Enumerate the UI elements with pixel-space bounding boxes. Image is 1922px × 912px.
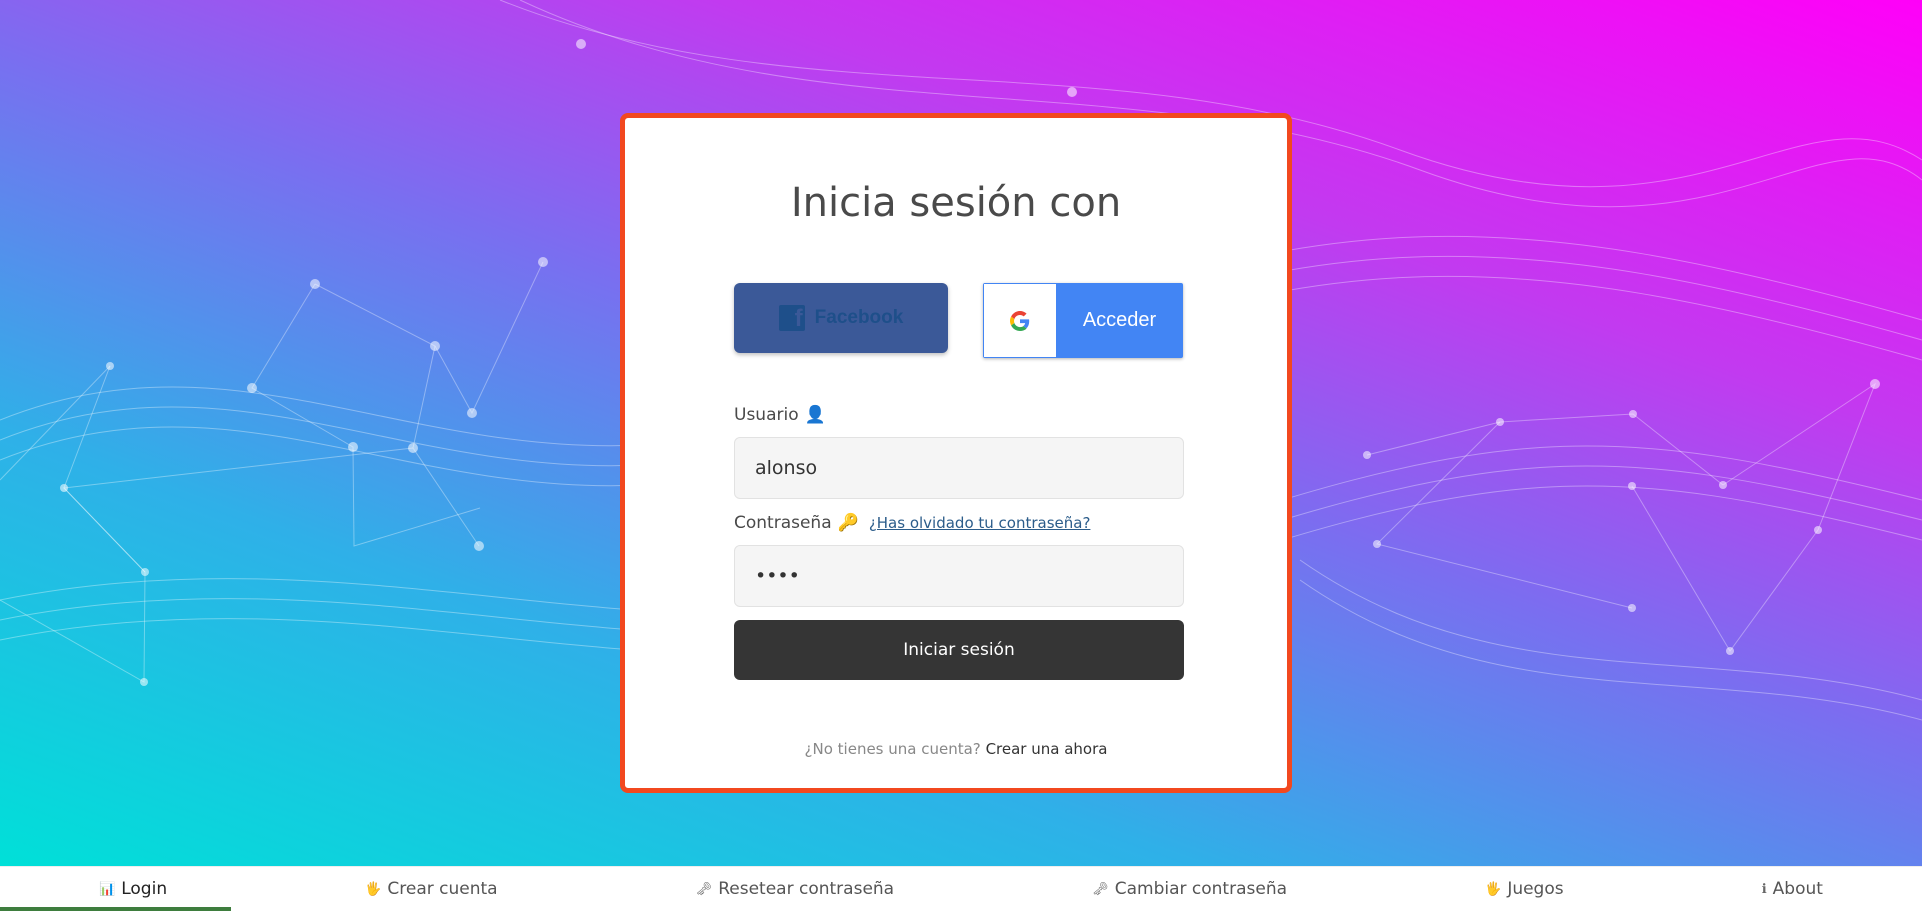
password-label: Contraseña	[734, 513, 832, 533]
active-tab-indicator	[0, 907, 231, 911]
nav-item-reset-password[interactable]: 🗝 Resetear contraseña	[692, 867, 898, 912]
nav-item-games[interactable]: 🖐 Juegos	[1481, 867, 1567, 912]
username-label-row: Usuario 👤	[734, 405, 826, 425]
key-icon: 🗝	[1092, 881, 1109, 897]
nav-item-create-account[interactable]: 🖐 Crear cuenta	[361, 867, 501, 912]
key-emoji-icon: 🔑	[837, 513, 859, 533]
key-icon: 🗝	[695, 881, 713, 897]
facebook-label: Facebook	[814, 307, 904, 328]
nav-item-login[interactable]: 📊 Login	[95, 867, 171, 912]
signup-prompt-text: ¿No tienes una cuenta?	[804, 740, 981, 758]
username-label: Usuario	[734, 405, 799, 425]
info-icon: ℹ	[1761, 881, 1767, 897]
nav-item-about[interactable]: ℹ About	[1758, 867, 1827, 912]
user-emoji-icon: 👤	[804, 405, 826, 425]
create-account-link[interactable]: Crear una ahora	[986, 740, 1108, 758]
facebook-login-button[interactable]: f Facebook	[734, 283, 948, 353]
chart-icon: 📊	[99, 881, 116, 897]
nav-item-label: Resetear contraseña	[718, 879, 895, 899]
password-label-row: Contraseña 🔑 ¿Has olvidado tu contraseña…	[734, 513, 1090, 533]
google-icon	[984, 284, 1056, 357]
facebook-icon: f	[778, 305, 805, 331]
password-input[interactable]	[734, 545, 1184, 607]
login-submit-button[interactable]: Iniciar sesión	[734, 620, 1184, 680]
nav-item-label: Cambiar contraseña	[1114, 879, 1288, 899]
login-title: Inicia sesión con	[790, 180, 1122, 226]
login-card: Inicia sesión con f Facebook Acceder Usu…	[620, 113, 1292, 793]
hand-icon: 🖐	[1485, 881, 1502, 897]
username-input[interactable]	[734, 437, 1184, 499]
nav-item-label: Crear cuenta	[387, 879, 498, 899]
google-label: Acceder	[1082, 309, 1157, 331]
nav-item-change-password[interactable]: 🗝 Cambiar contraseña	[1088, 867, 1291, 912]
google-login-button[interactable]: Acceder	[983, 283, 1183, 358]
signup-prompt: ¿No tienes una cuenta? Crear una ahora	[625, 740, 1287, 758]
forgot-password-link[interactable]: ¿Has olvidado tu contraseña?	[869, 514, 1091, 532]
hand-icon: 🖐	[365, 881, 382, 897]
nav-item-label: Login	[121, 879, 168, 899]
nav-item-label: Juegos	[1507, 879, 1564, 899]
bottom-nav: 📊 Login 🖐 Crear cuenta 🗝 Resetear contra…	[0, 866, 1922, 911]
nav-item-label: About	[1772, 879, 1823, 899]
